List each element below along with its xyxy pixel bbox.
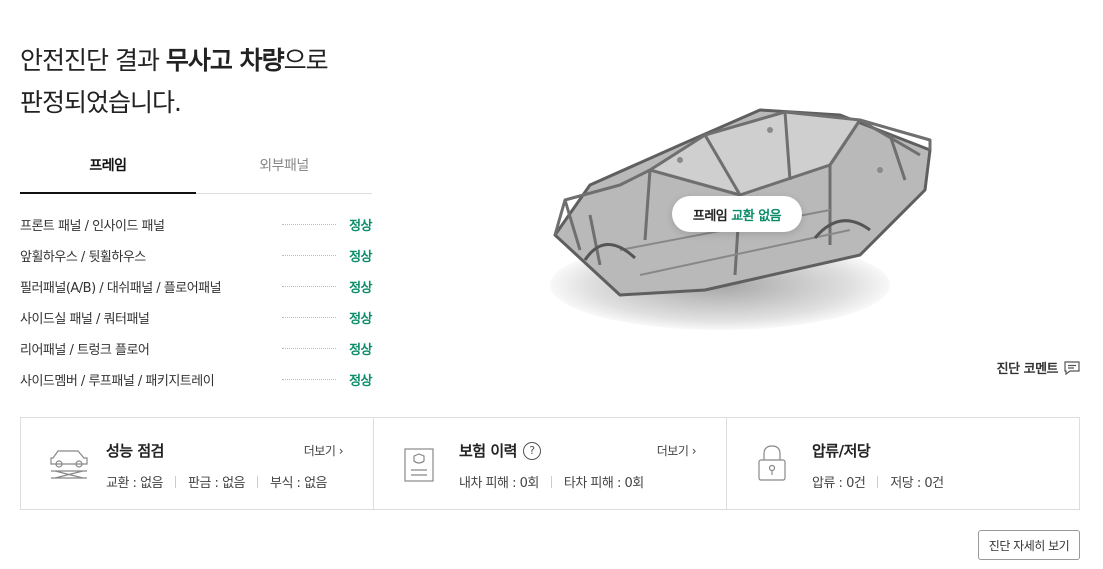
frame-part-list: 프론트 패널 / 인사이드 패널 정상 앞휠하우스 / 뒷휠하우스 정상 필러패널(…: [20, 209, 373, 395]
comment-icon: [1064, 360, 1080, 375]
insurance-more-link[interactable]: 더보기 ›: [657, 442, 697, 459]
car-lift-icon: [50, 450, 88, 479]
status-badge: 정상: [349, 312, 372, 327]
diagnosis-comment-link[interactable]: 진단 코멘트: [997, 358, 1080, 377]
lien-mortgage-card: 압류/저당 압류 : 0건 저당 : 0건: [727, 418, 1079, 509]
status-badge: 정상: [349, 343, 372, 358]
help-icon[interactable]: ?: [522, 441, 541, 460]
summary-cards: 성능 점검 더보기 › 교환 : 없음 판금 : 없음 부식 : 없음 보험 이…: [20, 417, 1080, 510]
performance-check-card: 성능 점검 더보기 › 교환 : 없음 판금 : 없음 부식 : 없음: [21, 418, 374, 509]
headline-line-2: 판정되었습니다.: [20, 88, 182, 117]
list-item: 필러패널(A/B) / 대쉬패널 / 플로어패널 정상: [20, 271, 373, 302]
frame-panel-tabs: 프레임 외부패널: [20, 146, 372, 194]
insurance-document-icon: [404, 448, 434, 482]
performance-more-link[interactable]: 더보기 ›: [304, 442, 344, 459]
performance-stats: 교환 : 없음 판금 : 없음 부식 : 없음: [106, 475, 328, 491]
lien-mortgage-title: 압류/저당: [812, 442, 871, 460]
list-item: 사이드멤버 / 루프패널 / 패키지트레이 정상: [20, 364, 373, 395]
insurance-stats: 내차 피해 : 0회 타차 피해 : 0회: [459, 475, 644, 491]
list-item: 프론트 패널 / 인사이드 패널 정상: [20, 209, 373, 240]
tab-exterior-panel[interactable]: 외부패널: [196, 146, 372, 193]
list-item: 앞휠하우스 / 뒷휠하우스 정상: [20, 240, 373, 271]
result-headline: 안전진단 결과 무사고 차량으로 판정되었습니다.: [20, 40, 329, 124]
tab-frame[interactable]: 프레임: [20, 146, 196, 194]
insurance-history-card: 보험 이력 ? 더보기 › 내차 피해 : 0회 타차 피해 : 0회: [374, 418, 727, 509]
headline-line-1: 안전진단 결과 무사고 차량으로: [20, 46, 329, 75]
frame-result-value: 교환 없음: [731, 208, 782, 224]
insurance-history-title: 보험 이력 ?: [459, 440, 541, 461]
list-item: 리어패널 / 트렁크 플로어 정상: [20, 333, 373, 364]
status-badge: 정상: [349, 219, 372, 234]
frame-result-bubble: 프레임 교환 없음: [672, 196, 802, 232]
status-badge: 정상: [349, 281, 372, 296]
status-badge: 정상: [349, 250, 372, 265]
view-diagnosis-detail-button[interactable]: 진단 자세히 보기: [978, 530, 1080, 560]
status-badge: 정상: [349, 374, 372, 389]
lien-stats: 압류 : 0건 저당 : 0건: [812, 475, 944, 491]
list-item: 사이드실 패널 / 쿼터패널 정상: [20, 302, 373, 333]
performance-check-title: 성능 점검: [106, 442, 164, 460]
lock-icon: [758, 445, 786, 481]
